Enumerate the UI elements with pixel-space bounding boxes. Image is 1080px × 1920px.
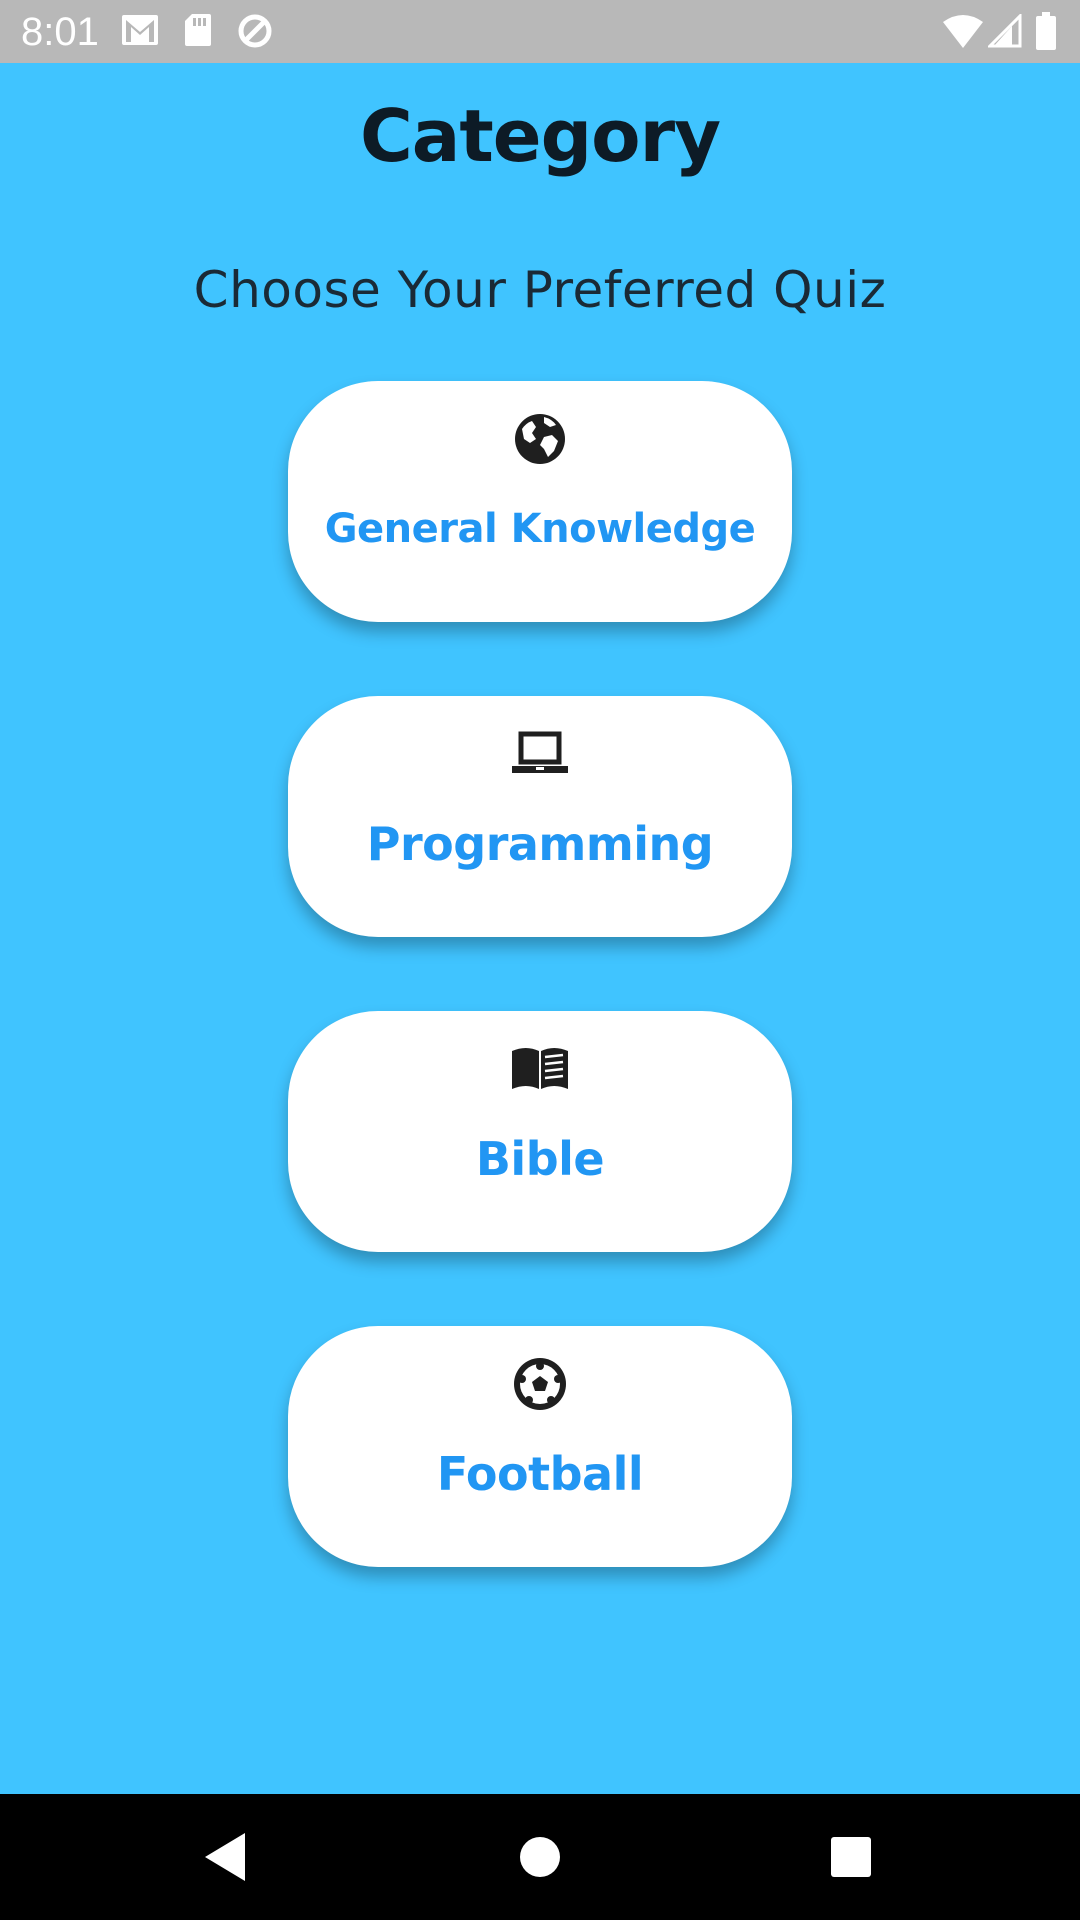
- globe-icon: [515, 414, 565, 464]
- category-card-programming[interactable]: Programming: [288, 696, 792, 937]
- quiz-category-screen: 8:01 Category Choose Your Preferred Quiz…: [0, 0, 1080, 1920]
- signal-icon: [988, 14, 1022, 48]
- category-card-bible[interactable]: Bible: [288, 1011, 792, 1252]
- category-label: General Knowledge: [324, 506, 756, 552]
- gmail-icon: [122, 15, 158, 45]
- status-bar: 8:01: [0, 0, 1080, 63]
- book-icon: [512, 1048, 568, 1089]
- category-label: Programming: [366, 817, 714, 871]
- category-card-football[interactable]: Football: [288, 1326, 792, 1567]
- home-icon[interactable]: [510, 1827, 570, 1887]
- category-card-general-knowledge[interactable]: General Knowledge: [288, 381, 792, 622]
- laptop-icon: [512, 731, 568, 773]
- category-label: Bible: [475, 1132, 605, 1186]
- category-label: Football: [436, 1447, 644, 1501]
- back-icon[interactable]: [195, 1827, 255, 1887]
- navigation-bar: [0, 1794, 1080, 1920]
- sync-icon: [238, 14, 272, 48]
- soccer-ball-icon: [514, 1358, 566, 1410]
- recents-icon[interactable]: [821, 1827, 881, 1887]
- wifi-icon: [943, 15, 983, 48]
- page-subtitle: Choose Your Preferred Quiz: [193, 261, 887, 319]
- battery-icon: [1036, 12, 1056, 50]
- status-time: 8:01: [21, 10, 99, 54]
- page-title: Category: [359, 94, 721, 178]
- sd-card-icon: [185, 14, 211, 46]
